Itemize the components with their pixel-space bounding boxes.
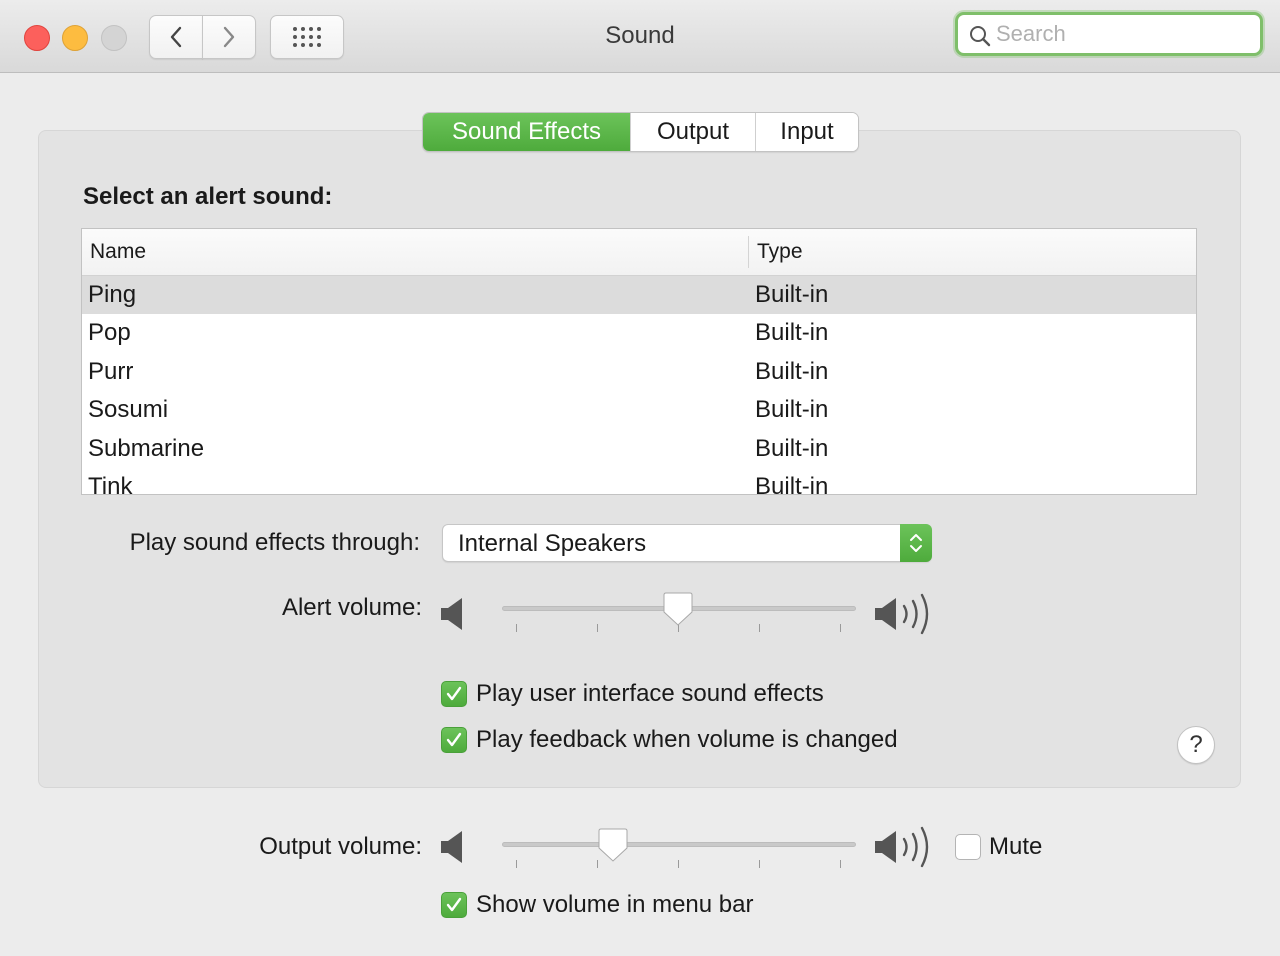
slider-track[interactable] [502, 842, 856, 847]
table-row[interactable]: Sosumi Built-in [82, 391, 1196, 429]
table-row[interactable]: Purr Built-in [82, 353, 1196, 391]
column-header-type[interactable]: Type [757, 240, 803, 264]
sound-type: Built-in [755, 472, 829, 495]
speaker-high-icon[interactable] [874, 823, 938, 871]
tab-sound-effects[interactable]: Sound Effects [423, 113, 631, 151]
table-row[interactable]: Ping Built-in [82, 276, 1196, 315]
checkmark-icon [446, 686, 462, 701]
search-icon [970, 26, 991, 47]
slider-tick [759, 860, 760, 868]
column-divider[interactable] [748, 236, 749, 268]
sound-type: Built-in [755, 434, 829, 462]
sound-type: Built-in [755, 396, 829, 424]
slider-tick [516, 624, 517, 632]
speaker-high-icon[interactable] [874, 590, 938, 638]
play-through-label: Play sound effects through: [129, 529, 420, 556]
slider-tick [678, 860, 679, 868]
play-through-value: Internal Speakers [458, 530, 647, 557]
sound-name: Tink [88, 472, 133, 495]
feedback-label[interactable]: Play feedback when volume is changed [476, 726, 898, 754]
slider-tick [759, 624, 760, 632]
sound-type: Built-in [755, 281, 829, 308]
tab-output[interactable]: Output [631, 113, 756, 151]
mute-checkbox[interactable] [955, 834, 981, 860]
menu-bar-checkbox[interactable] [441, 892, 467, 918]
output-volume-slider[interactable] [502, 828, 856, 868]
alert-sound-table[interactable]: Name Type Ping Built-in Pop Built-in Pur… [81, 228, 1197, 495]
search-input[interactable] [996, 19, 1246, 49]
sound-type: Built-in [755, 319, 829, 347]
sound-name: Submarine [88, 434, 205, 462]
slider-tick [597, 624, 598, 632]
alert-volume-slider[interactable] [502, 592, 856, 632]
search-field[interactable] [955, 12, 1263, 56]
help-button[interactable]: ? [1177, 726, 1215, 764]
output-volume-label: Output volume: [259, 833, 422, 860]
sound-type: Built-in [755, 357, 829, 385]
speaker-low-icon[interactable] [440, 830, 466, 864]
checkmark-icon [446, 897, 462, 912]
tab-bar: Sound Effects Output Input [422, 112, 859, 152]
table-row[interactable]: Tink Built-in [82, 468, 1196, 495]
play-through-select[interactable]: Internal Speakers [442, 524, 932, 562]
sound-name: Sosumi [88, 396, 169, 424]
table-row[interactable]: Pop Built-in [82, 314, 1196, 352]
slider-knob[interactable] [598, 828, 628, 862]
ui-sounds-label[interactable]: Play user interface sound effects [476, 680, 824, 708]
feedback-checkbox[interactable] [441, 727, 467, 753]
menu-bar-label[interactable]: Show volume in menu bar [476, 891, 753, 919]
sound-name: Pop [88, 319, 131, 347]
table-header: Name Type [82, 229, 1196, 276]
chevron-up-down-icon [910, 534, 922, 552]
sound-name: Ping [88, 281, 137, 308]
slider-knob[interactable] [663, 592, 693, 626]
table-row[interactable]: Submarine Built-in [82, 430, 1196, 468]
slider-tick [516, 860, 517, 868]
slider-tick [840, 624, 841, 632]
checkmark-icon [446, 732, 462, 747]
title-bar: Sound [0, 0, 1280, 73]
sound-name: Purr [88, 357, 134, 385]
column-header-name[interactable]: Name [90, 240, 146, 264]
mute-label[interactable]: Mute [989, 833, 1042, 861]
slider-tick [840, 860, 841, 868]
alert-sound-label: Select an alert sound: [83, 183, 333, 210]
speaker-low-icon[interactable] [440, 597, 466, 631]
ui-sounds-checkbox[interactable] [441, 681, 467, 707]
tab-input[interactable]: Input [756, 113, 858, 151]
dropdown-stepper[interactable] [900, 524, 932, 562]
alert-volume-label: Alert volume: [281, 594, 422, 621]
